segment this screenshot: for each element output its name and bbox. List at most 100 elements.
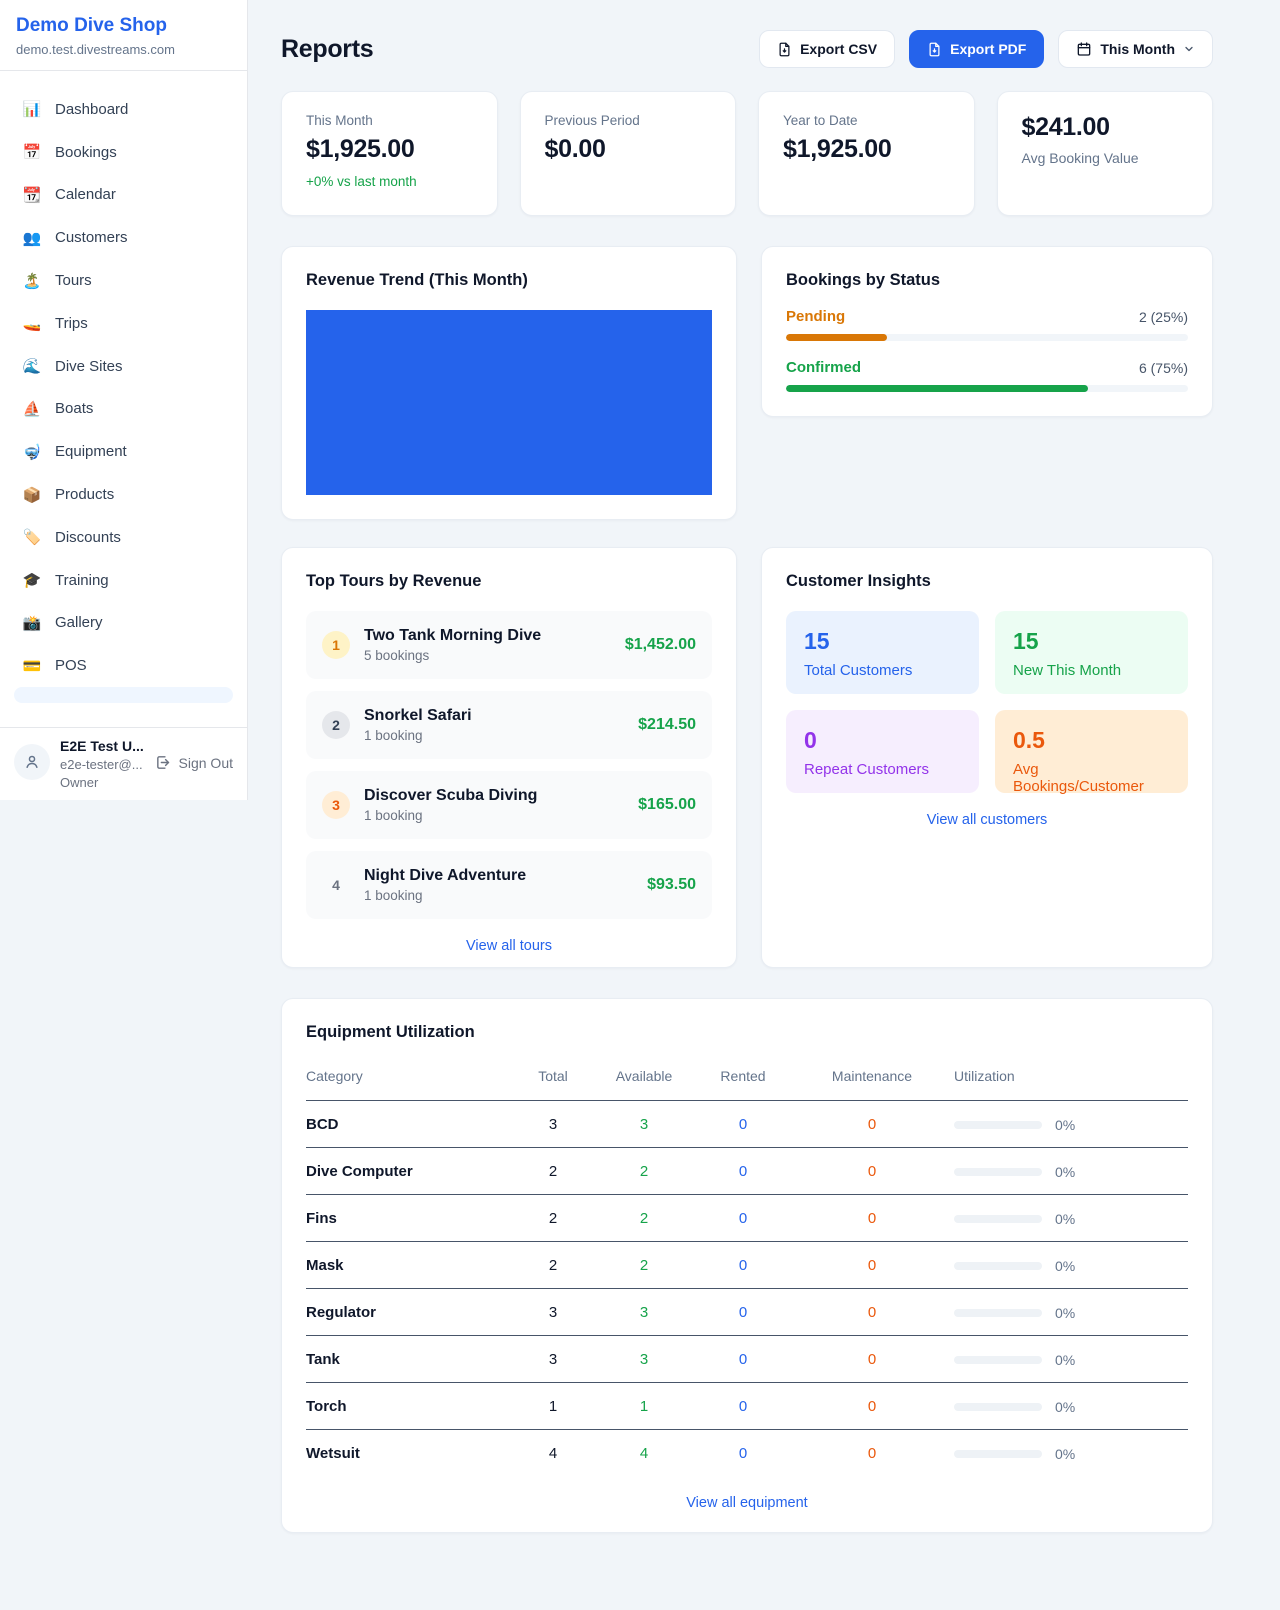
equip-category: Mask — [306, 1257, 506, 1274]
view-all-customers-link[interactable]: View all customers — [786, 812, 1188, 828]
period-label: This Month — [1100, 41, 1175, 57]
wave-icon: 🌊 — [22, 357, 42, 375]
table-row: Wetsuit 4 4 0 0 0% — [306, 1430, 1188, 1476]
revenue-trend-title: Revenue Trend (This Month) — [306, 271, 712, 290]
sidebar-item-products[interactable]: 📦 Products — [8, 473, 239, 516]
equip-maintenance: 0 — [798, 1257, 946, 1274]
sidebar-item-gallery[interactable]: 📸 Gallery — [8, 602, 239, 645]
equip-rented: 0 — [688, 1445, 798, 1462]
tile-label: New This Month — [1013, 662, 1170, 679]
customer-insights-title: Customer Insights — [786, 572, 1188, 591]
rank-badge: 3 — [322, 791, 350, 819]
sidebar-item-label: Gallery — [55, 614, 103, 631]
utilization-bar — [954, 1121, 1042, 1129]
user-role: Owner — [60, 775, 144, 790]
page-header: Reports Export CSV Export PDF This Month — [281, 30, 1213, 68]
tag-icon: 🏷️ — [22, 528, 42, 546]
equip-available: 2 — [600, 1257, 688, 1274]
tile-label: Total Customers — [804, 662, 961, 679]
sidebar-item-label: Training — [55, 572, 109, 589]
sidebar-item-tours[interactable]: 🏝️ Tours — [8, 259, 239, 302]
table-row: Mask 2 2 0 0 0% — [306, 1242, 1188, 1289]
utilization-bar — [954, 1168, 1042, 1176]
equip-total: 3 — [506, 1116, 600, 1133]
sidebar-item-reports-partial[interactable] — [14, 687, 233, 703]
sidebar-item-training[interactable]: 🎓 Training — [8, 559, 239, 602]
equip-maintenance: 0 — [798, 1398, 946, 1415]
sidebar-item-pos[interactable]: 💳 POS — [8, 644, 239, 687]
dive-mask-icon: 🤿 — [22, 443, 42, 461]
sidebar-item-boats[interactable]: ⛵ Boats — [8, 388, 239, 431]
main-content: Reports Export CSV Export PDF This Month… — [281, 0, 1213, 1533]
status-label: Pending — [786, 308, 845, 325]
island-icon: 🏝️ — [22, 272, 42, 290]
equip-maintenance: 0 — [798, 1304, 946, 1321]
header-actions: Export CSV Export PDF This Month — [759, 30, 1213, 68]
equip-category: Dive Computer — [306, 1163, 506, 1180]
equip-rented: 0 — [688, 1304, 798, 1321]
equip-rented: 0 — [688, 1116, 798, 1133]
bookings-calendar-icon: 📅 — [22, 143, 42, 161]
sailboat-icon: ⛵ — [22, 400, 42, 418]
export-csv-button[interactable]: Export CSV — [759, 30, 895, 68]
view-all-tours-link[interactable]: View all tours — [306, 938, 712, 954]
sidebar-item-customers[interactable]: 👥 Customers — [8, 216, 239, 259]
sidebar-item-calendar[interactable]: 📆 Calendar — [8, 174, 239, 217]
col-rented: Rented — [688, 1068, 798, 1084]
equip-total: 2 — [506, 1163, 600, 1180]
status-bar-fill — [786, 385, 1088, 392]
sidebar-item-trips[interactable]: 🚤 Trips — [8, 302, 239, 345]
bookings-by-status-panel: Bookings by Status Pending 2 (25%) Confi… — [761, 246, 1213, 417]
equip-total: 3 — [506, 1304, 600, 1321]
utilization-pct: 0% — [1055, 1164, 1075, 1180]
export-pdf-label: Export PDF — [950, 41, 1026, 57]
utilization-bar — [954, 1215, 1042, 1223]
sign-out-label: Sign Out — [179, 755, 233, 771]
user-section: E2E Test U... e2e-tester@... Owner Sign … — [0, 727, 247, 800]
export-csv-label: Export CSV — [800, 41, 877, 57]
sidebar-item-dive-sites[interactable]: 🌊 Dive Sites — [8, 345, 239, 388]
revenue-trend-panel: Revenue Trend (This Month) — [281, 246, 737, 520]
table-row: Fins 2 2 0 0 0% — [306, 1195, 1188, 1242]
shop-domain: demo.test.divestreams.com — [16, 42, 231, 57]
sign-out-button[interactable]: Sign Out — [155, 754, 233, 771]
equip-rented: 0 — [688, 1210, 798, 1227]
sidebar-item-dashboard[interactable]: 📊 Dashboard — [8, 88, 239, 131]
equip-available: 3 — [600, 1351, 688, 1368]
equip-rented: 0 — [688, 1351, 798, 1368]
dashboard-icon: 📊 — [22, 100, 42, 118]
table-row: Tank 3 3 0 0 0% — [306, 1336, 1188, 1383]
tour-amount: $1,452.00 — [625, 636, 696, 654]
sidebar-item-label: Tours — [55, 272, 92, 289]
equipment-table: Category Total Available Rented Maintena… — [306, 1060, 1188, 1476]
sidebar-item-label: POS — [55, 657, 87, 674]
charts-row: Revenue Trend (This Month) Bookings by S… — [281, 246, 1213, 520]
graduation-cap-icon: 🎓 — [22, 571, 42, 589]
equip-available: 2 — [600, 1210, 688, 1227]
view-all-equipment-link[interactable]: View all equipment — [306, 1495, 1188, 1511]
export-pdf-button[interactable]: Export PDF — [909, 30, 1044, 68]
user-email: e2e-tester@... — [60, 757, 144, 772]
utilization-pct: 0% — [1055, 1305, 1075, 1321]
equip-total: 2 — [506, 1257, 600, 1274]
chevron-down-icon — [1183, 43, 1195, 55]
stat-card-avg-booking-value: $241.00 Avg Booking Value — [997, 91, 1214, 216]
user-name: E2E Test U... — [60, 738, 144, 754]
equip-total: 2 — [506, 1210, 600, 1227]
sidebar-item-equipment[interactable]: 🤿 Equipment — [8, 430, 239, 473]
equip-category: Torch — [306, 1398, 506, 1415]
sidebar-item-label: Dive Sites — [55, 358, 123, 375]
person-icon — [23, 753, 41, 771]
sidebar-item-discounts[interactable]: 🏷️ Discounts — [8, 516, 239, 559]
tile-repeat-customers: 0 Repeat Customers — [786, 710, 979, 793]
utilization-pct: 0% — [1055, 1352, 1075, 1368]
utilization-pct: 0% — [1055, 1399, 1075, 1415]
utilization-pct: 0% — [1055, 1117, 1075, 1133]
tour-bookings: 5 bookings — [364, 648, 541, 663]
sidebar-item-bookings[interactable]: 📅 Bookings — [8, 131, 239, 174]
period-dropdown[interactable]: This Month — [1058, 30, 1213, 68]
status-row-pending: Pending 2 (25%) — [786, 308, 1188, 341]
tile-label: Avg Bookings/Customer — [1013, 761, 1170, 795]
sidebar-item-label: Discounts — [55, 529, 121, 546]
col-category: Category — [306, 1068, 506, 1084]
